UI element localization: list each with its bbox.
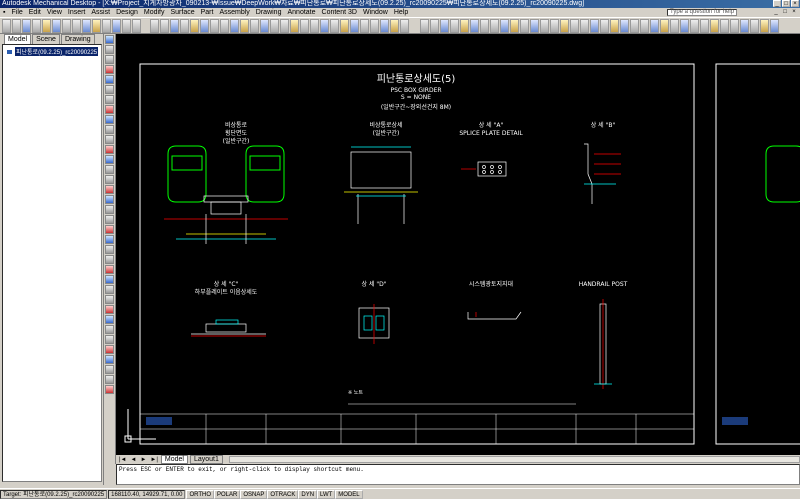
- sheet-subtitle: PSC BOX GIRDER: [390, 87, 441, 94]
- detail-splice-plate-drawing: [461, 161, 507, 177]
- main-title-block: 피난통로상세도(5) PSC BOX GIRDER S = NONE (일반구간…: [377, 73, 456, 111]
- doc-minimize-button[interactable]: _: [772, 9, 780, 16]
- tab-next-icon[interactable]: ►: [139, 457, 147, 463]
- detail-2-title: 비상통로상세: [369, 121, 402, 129]
- tab-model[interactable]: Model: [4, 34, 32, 44]
- properties-toolbar[interactable]: [150, 19, 409, 34]
- layout-tab-model[interactable]: Model: [160, 455, 188, 464]
- tree-node-root[interactable]: 피난통로(09.2.25)_rc20090225: [6, 47, 99, 56]
- menu-assist[interactable]: Assist: [88, 9, 113, 16]
- sheet-title: 피난통로상세도(5): [377, 73, 456, 85]
- detail-1-title: 비상통로: [225, 121, 248, 129]
- maximize-button[interactable]: □: [782, 0, 790, 7]
- detail-2-sub1: (일반구간): [373, 129, 400, 137]
- toolbar-area: [0, 17, 800, 34]
- doc-restore-button[interactable]: □: [781, 9, 789, 16]
- detail-5-title: 상 세 "C": [214, 280, 239, 288]
- tab-drawing[interactable]: Drawing: [60, 34, 95, 44]
- detail-handrail-post-drawing: [594, 299, 612, 389]
- menu-assembly[interactable]: Assembly: [216, 9, 252, 16]
- toggle-ortho[interactable]: ORTHO: [186, 489, 214, 499]
- detail-cross-section-drawing: [167, 145, 285, 203]
- title-bar: Autodesk Mechanical Desktop - [X:₩Projec…: [0, 0, 800, 8]
- menu-insert[interactable]: Insert: [65, 9, 89, 16]
- menu-file[interactable]: File: [8, 9, 25, 16]
- sheet-border: [139, 63, 695, 445]
- assembly-icon: [6, 48, 13, 55]
- toggle-dyn[interactable]: DYN: [298, 489, 318, 499]
- sheet-note: (일반구간~장외선건지 8M): [381, 103, 451, 111]
- tab-last-icon[interactable]: ►|: [149, 457, 159, 463]
- company-logo-2: [722, 417, 748, 425]
- toggle-polar[interactable]: POLAR: [214, 489, 241, 499]
- detail-1-sub1: 횡단면도: [225, 129, 248, 137]
- detail-1-sub2: (일반구간): [223, 137, 250, 145]
- tab-prev-icon[interactable]: ◄: [130, 457, 138, 463]
- company-logo: [146, 417, 172, 425]
- title-strip: [139, 413, 695, 445]
- detail-8-title: HANDRAIL POST: [579, 281, 628, 288]
- menu-edit[interactable]: Edit: [26, 9, 44, 16]
- minimize-button[interactable]: _: [773, 0, 781, 7]
- status-bar: Target: 피난통로(09.2.25)_rc20090225 168110.…: [0, 488, 800, 499]
- menu-design[interactable]: Design: [113, 9, 141, 16]
- command-prompt[interactable]: [119, 473, 797, 479]
- detail-cross-section-structure: [164, 195, 288, 244]
- next-sheet-partial: [765, 145, 800, 203]
- menu-help[interactable]: Help: [391, 9, 411, 16]
- drawing-svg: 피난통로상세도(5) PSC BOX GIRDER S = NONE (일반구간…: [124, 63, 800, 445]
- toggle-otrack[interactable]: OTRACK: [267, 489, 299, 499]
- detail-3-sub1: SPLICE PLATE DETAIL: [459, 130, 523, 137]
- menu-annotate[interactable]: Annotate: [284, 9, 318, 16]
- detail-4-title: 상 세 "B": [591, 121, 616, 129]
- detail-c-drawing: [191, 319, 266, 337]
- status-coordinates[interactable]: 168110.40, 14929.71, 0.00: [108, 489, 186, 499]
- menu-view[interactable]: View: [44, 9, 65, 16]
- app-window: Autodesk Mechanical Desktop - [X:₩Projec…: [0, 0, 800, 499]
- menu-content-3d[interactable]: Content 3D: [319, 9, 360, 16]
- menu-drawing[interactable]: Drawing: [253, 9, 285, 16]
- status-target: Target: 피난통로(09.2.25)_rc20090225: [0, 489, 108, 499]
- toggle-model[interactable]: MODEL: [335, 489, 363, 499]
- tab-first-icon[interactable]: |◄: [118, 457, 128, 463]
- drawing-canvas[interactable]: 피난통로상세도(5) PSC BOX GIRDER S = NONE (일반구간…: [116, 34, 800, 455]
- detail-system-support-drawing: [467, 311, 522, 320]
- standard-toolbar[interactable]: [2, 19, 141, 34]
- tab-scene[interactable]: Scene: [32, 34, 60, 44]
- browser-tree[interactable]: 피난통로(09.2.25)_rc20090225: [2, 44, 102, 482]
- toggle-osnap[interactable]: OSNAP: [240, 489, 268, 499]
- layers-toolbar[interactable]: [420, 19, 779, 34]
- command-line[interactable]: Press ESC or ENTER to exit, or right-cli…: [116, 464, 800, 485]
- sheet-note-label: ※ 노트: [348, 390, 363, 396]
- horizontal-scrollbar[interactable]: [228, 456, 800, 463]
- toggle-lwt[interactable]: LWT: [317, 489, 336, 499]
- mechanical-toolbar-vertical[interactable]: [104, 34, 116, 464]
- menu-surface[interactable]: Surface: [167, 9, 197, 16]
- close-button[interactable]: ×: [791, 0, 799, 7]
- detail-7-title: 시스템광토지지대: [469, 280, 513, 288]
- next-sheet-border: [715, 63, 800, 445]
- desktop-browser: Model Scene Drawing 피난통로(09.2.25)_rc2009…: [0, 34, 104, 485]
- menu-window[interactable]: Window: [360, 9, 391, 16]
- menu-icon[interactable]: ▪: [0, 9, 8, 16]
- window-title: Autodesk Mechanical Desktop - [X:₩Projec…: [2, 0, 585, 7]
- detail-walkway-drawing: [344, 146, 418, 224]
- detail-d-drawing: [358, 304, 390, 344]
- command-history: Press ESC or ENTER to exit, or right-cli…: [119, 466, 364, 473]
- detail-3-title: 상 세 "A": [479, 121, 504, 129]
- doc-close-button[interactable]: ×: [790, 9, 798, 16]
- detail-5-sub1: 하부플레이트 이음상세도: [195, 288, 258, 296]
- menu-modify[interactable]: Modify: [141, 9, 168, 16]
- detail-6-title: 상 세 "D": [362, 280, 387, 288]
- detail-b-drawing: [584, 143, 621, 204]
- help-search-input[interactable]: Type a question for help: [667, 9, 737, 16]
- sheet-scale: S = NONE: [401, 94, 431, 101]
- layout-tabs-bar: |◄ ◄ ► ►| Model Layout1: [116, 455, 800, 464]
- layout-tab-layout1[interactable]: Layout1: [189, 455, 223, 464]
- menu-part[interactable]: Part: [198, 9, 217, 16]
